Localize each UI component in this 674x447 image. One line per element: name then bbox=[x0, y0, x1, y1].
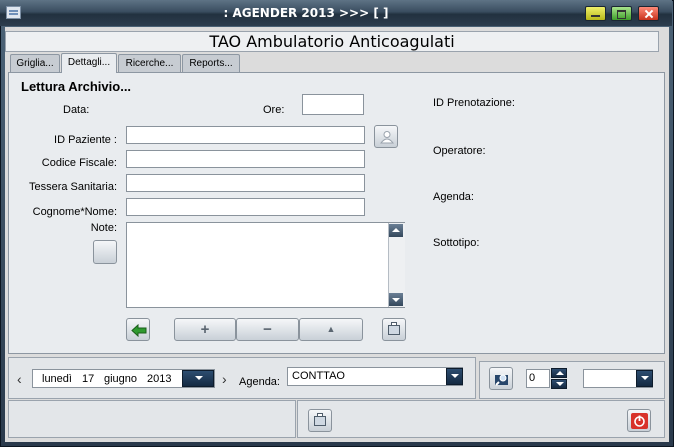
counter-field[interactable]: 0 bbox=[526, 369, 550, 388]
close-button[interactable] bbox=[638, 6, 659, 21]
prev-day-button[interactable]: ‹ bbox=[17, 371, 22, 387]
print-button[interactable] bbox=[382, 318, 406, 341]
id-paziente-label: ID Paziente : bbox=[54, 134, 117, 146]
tessera-sanitaria-label: Tessera Sanitaria: bbox=[28, 181, 117, 193]
ore-field[interactable] bbox=[302, 94, 364, 115]
patient-lookup-button[interactable] bbox=[374, 125, 398, 148]
note-label: Note: bbox=[90, 222, 117, 234]
arrow-left-icon bbox=[131, 324, 147, 337]
tab-griglia[interactable]: Griglia... bbox=[10, 54, 60, 72]
add-button[interactable]: + bbox=[174, 318, 236, 341]
chevron-up-icon bbox=[556, 371, 564, 375]
next-day-button[interactable]: › bbox=[222, 371, 227, 387]
id-prenotazione-label: ID Prenotazione: bbox=[433, 97, 515, 109]
status-panel-left bbox=[8, 400, 296, 438]
window-title: : AGENDER 2013 >>> [ ] bbox=[223, 6, 389, 20]
scroll-up-button[interactable] bbox=[389, 224, 403, 237]
chevron-up-icon bbox=[392, 228, 400, 232]
chevron-down-icon bbox=[556, 382, 564, 386]
codice-fiscale-field[interactable] bbox=[126, 150, 365, 168]
date-weekday: lunedì bbox=[42, 373, 72, 385]
search-button[interactable] bbox=[489, 367, 513, 390]
status-panel-right bbox=[297, 400, 665, 438]
id-paziente-field[interactable] bbox=[126, 126, 365, 144]
counter-up-button[interactable] bbox=[551, 368, 567, 378]
agenda-info-label: Agenda: bbox=[433, 191, 474, 203]
printer-icon bbox=[314, 412, 326, 426]
date-day: 17 bbox=[82, 373, 95, 385]
back-button[interactable] bbox=[126, 318, 150, 341]
date-month: giugno bbox=[104, 373, 138, 385]
cognome-nome-field[interactable] bbox=[126, 198, 365, 216]
tab-ricerche[interactable]: Ricerche... bbox=[118, 54, 181, 72]
print-report-button[interactable] bbox=[308, 409, 332, 432]
operatore-label: Operatore: bbox=[433, 145, 486, 157]
cognome-nome-label: Cognome*Nome: bbox=[32, 206, 117, 218]
extra-dropdown-button[interactable] bbox=[636, 370, 653, 387]
page-title: TAO Ambulatorio Anticoagulati bbox=[5, 31, 659, 52]
scroll-down-button[interactable] bbox=[389, 293, 403, 306]
chevron-down-icon bbox=[392, 298, 400, 302]
chevron-down-icon bbox=[641, 376, 649, 380]
agenda-select-label: Agenda: bbox=[239, 376, 280, 388]
date-dropdown-button[interactable] bbox=[182, 370, 214, 387]
note-edit-button[interactable] bbox=[93, 240, 117, 264]
chevron-down-icon bbox=[195, 376, 203, 380]
agenda-dropdown-button[interactable] bbox=[446, 368, 463, 385]
search-icon bbox=[495, 374, 508, 386]
ore-label: Ore: bbox=[263, 104, 285, 116]
note-textarea[interactable] bbox=[126, 222, 405, 308]
remove-button[interactable]: − bbox=[236, 318, 299, 341]
power-icon bbox=[631, 413, 648, 429]
chevron-down-icon bbox=[451, 374, 459, 378]
minimize-button[interactable] bbox=[585, 6, 606, 21]
exit-button[interactable] bbox=[627, 409, 651, 432]
counter-down-button[interactable] bbox=[551, 379, 567, 389]
date-year: 2013 bbox=[147, 373, 172, 385]
tab-reports[interactable]: Reports... bbox=[182, 54, 240, 72]
tab-dettagli[interactable]: Dettagli... bbox=[61, 53, 117, 73]
person-icon bbox=[380, 131, 394, 144]
agenda-select-value: CONTTAO bbox=[292, 370, 345, 382]
data-label: Data: bbox=[63, 104, 90, 116]
section-title: Lettura Archivio... bbox=[21, 79, 132, 94]
printer-icon bbox=[388, 321, 400, 335]
tessera-sanitaria-field[interactable] bbox=[126, 174, 365, 192]
codice-fiscale-label: Codice Fiscale: bbox=[41, 157, 117, 169]
move-up-button[interactable]: ▲ bbox=[299, 318, 363, 341]
maximize-button[interactable] bbox=[611, 6, 632, 21]
sottotipo-label: Sottotipo: bbox=[433, 237, 480, 249]
